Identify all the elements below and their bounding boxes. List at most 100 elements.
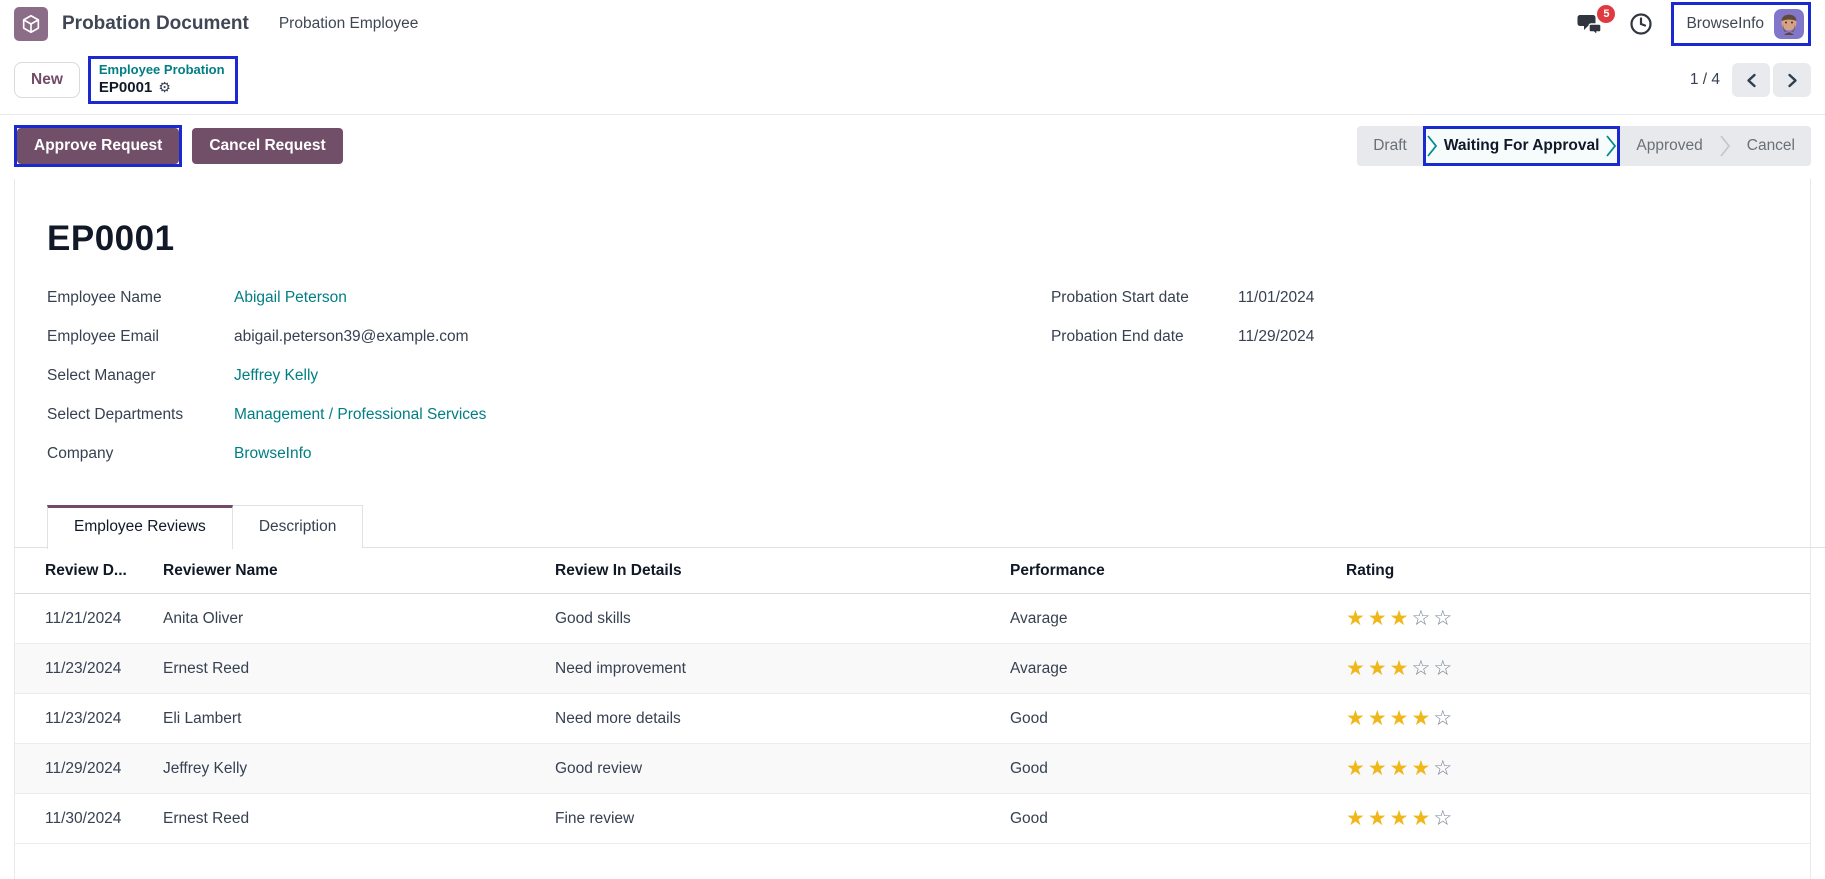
field-value: 11/01/2024	[1238, 289, 1314, 307]
tab-description[interactable]: Description	[233, 505, 364, 548]
star-empty-icon[interactable]: ☆	[1433, 808, 1455, 829]
star-filled-icon[interactable]: ★	[1346, 608, 1368, 629]
menu-probation-employee[interactable]: Probation Employee	[279, 15, 419, 33]
star-filled-icon[interactable]: ★	[1368, 658, 1390, 679]
messages-badge: 5	[1597, 5, 1615, 23]
cell-reviewer-name: Jeffrey Kelly	[163, 760, 555, 778]
cancel-request-button[interactable]: Cancel Request	[192, 128, 342, 164]
status-waiting-for-approval-active[interactable]: Waiting For Approval	[1423, 126, 1621, 166]
star-filled-icon[interactable]: ★	[1346, 708, 1368, 729]
field-value[interactable]: Management / Professional Services	[234, 406, 486, 424]
pager-previous-button[interactable]	[1732, 63, 1770, 97]
activity-clock-icon[interactable]	[1629, 12, 1653, 36]
tab-employee-reviews[interactable]: Employee Reviews	[47, 505, 233, 549]
breadcrumb-record: EP0001	[99, 78, 152, 97]
star-filled-icon[interactable]: ★	[1346, 758, 1368, 779]
pager: 1 / 4	[1690, 63, 1811, 97]
star-filled-icon[interactable]: ★	[1390, 608, 1412, 629]
status-draft[interactable]: Draft	[1357, 126, 1423, 166]
star-filled-icon[interactable]: ★	[1411, 808, 1433, 829]
pager-counter: 1 / 4	[1690, 71, 1720, 89]
pager-next-button[interactable]	[1773, 63, 1811, 97]
action-row: Approve Request Cancel Request DraftWait…	[0, 115, 1825, 179]
star-filled-icon[interactable]: ★	[1411, 758, 1433, 779]
cell-review-details: Need more details	[555, 710, 1010, 728]
cell-performance: Good	[1010, 710, 1346, 728]
star-filled-icon[interactable]: ★	[1390, 808, 1412, 829]
star-empty-icon[interactable]: ☆	[1433, 608, 1455, 629]
reviews-table: Review D...Reviewer NameReview In Detail…	[15, 548, 1810, 844]
form-sheet: EP0001 Employee Name Abigail Peterson Em…	[14, 179, 1811, 879]
status-approved[interactable]: Approved	[1620, 126, 1718, 166]
star-filled-icon[interactable]: ★	[1346, 808, 1368, 829]
star-filled-icon[interactable]: ★	[1368, 808, 1390, 829]
cell-reviewer-name: Eli Lambert	[163, 710, 555, 728]
star-filled-icon[interactable]: ★	[1346, 658, 1368, 679]
statusbar: DraftWaiting For ApprovalApproved Cancel	[1357, 126, 1811, 166]
star-empty-icon[interactable]: ☆	[1411, 608, 1433, 629]
table-header-row: Review D...Reviewer NameReview In Detail…	[15, 548, 1810, 594]
star-filled-icon[interactable]: ★	[1368, 758, 1390, 779]
table-row[interactable]: 11/30/2024 Ernest Reed Fine review Good …	[15, 794, 1810, 844]
app-cube-icon[interactable]	[14, 7, 48, 41]
column-header[interactable]: Review D...	[45, 562, 163, 580]
star-empty-icon[interactable]: ☆	[1411, 658, 1433, 679]
statusbar-chevron-icon	[1605, 129, 1617, 163]
column-header[interactable]: Performance	[1010, 562, 1346, 580]
new-button[interactable]: New	[14, 62, 80, 98]
star-filled-icon[interactable]: ★	[1368, 708, 1390, 729]
approve-request-button[interactable]: Approve Request	[17, 128, 179, 164]
user-menu[interactable]: BrowseInfo	[1671, 2, 1811, 46]
cell-review-details: Good skills	[555, 610, 1010, 628]
app-title[interactable]: Probation Document	[62, 13, 249, 35]
table-row[interactable]: 11/23/2024 Eli Lambert Need more details…	[15, 694, 1810, 744]
star-filled-icon[interactable]: ★	[1368, 608, 1390, 629]
star-empty-icon[interactable]: ☆	[1433, 708, 1455, 729]
breadcrumb: Employee Probation EP0001 ⚙	[88, 56, 238, 104]
cell-reviewer-name: Ernest Reed	[163, 660, 555, 678]
field-label: Employee Name	[47, 289, 234, 307]
record-title: EP0001	[47, 219, 1778, 259]
gear-icon[interactable]: ⚙	[158, 78, 171, 97]
field-value[interactable]: BrowseInfo	[234, 445, 312, 463]
field-value[interactable]: Abigail Peterson	[234, 289, 347, 307]
star-filled-icon[interactable]: ★	[1390, 708, 1412, 729]
cell-review-date: 11/30/2024	[45, 810, 163, 828]
field-row: Probation Start date 11/01/2024	[1051, 289, 1778, 307]
cell-rating: ★★★☆☆	[1346, 608, 1810, 629]
column-header[interactable]: Review In Details	[555, 562, 1010, 580]
approve-request-annotation: Approve Request	[14, 125, 182, 167]
field-row: Select Manager Jeffrey Kelly	[47, 367, 1051, 385]
cell-review-details: Good review	[555, 760, 1010, 778]
field-label: Company	[47, 445, 234, 463]
cell-reviewer-name: Ernest Reed	[163, 810, 555, 828]
star-filled-icon[interactable]: ★	[1390, 658, 1412, 679]
right-field-column: Probation Start date 11/01/2024 Probatio…	[1051, 289, 1778, 463]
table-body: 11/21/2024 Anita Oliver Good skills Avar…	[15, 594, 1810, 844]
star-filled-icon[interactable]: ★	[1390, 758, 1412, 779]
column-header[interactable]: Reviewer Name	[163, 562, 555, 580]
status-cancel[interactable]: Cancel	[1731, 126, 1811, 166]
star-filled-icon[interactable]: ★	[1411, 708, 1433, 729]
left-field-column: Employee Name Abigail Peterson Employee …	[47, 289, 1051, 463]
column-header[interactable]: Rating	[1346, 562, 1810, 580]
field-label: Select Manager	[47, 367, 234, 385]
field-row: Employee Name Abigail Peterson	[47, 289, 1051, 307]
cell-review-details: Need improvement	[555, 660, 1010, 678]
cell-rating: ★★★☆☆	[1346, 658, 1810, 679]
table-row[interactable]: 11/23/2024 Ernest Reed Need improvement …	[15, 644, 1810, 694]
cell-review-details: Fine review	[555, 810, 1010, 828]
top-navbar: Probation Document Probation Employee 5 …	[0, 0, 1825, 48]
cell-performance: Good	[1010, 810, 1346, 828]
messages-icon[interactable]: 5	[1577, 13, 1603, 35]
breadcrumb-model-link[interactable]: Employee Probation	[99, 61, 225, 78]
star-empty-icon[interactable]: ☆	[1433, 758, 1455, 779]
field-row: Probation End date 11/29/2024	[1051, 328, 1778, 346]
table-row[interactable]: 11/21/2024 Anita Oliver Good skills Avar…	[15, 594, 1810, 644]
field-value[interactable]: Jeffrey Kelly	[234, 367, 318, 385]
field-row: Employee Email abigail.peterson39@exampl…	[47, 328, 1051, 346]
star-empty-icon[interactable]: ☆	[1433, 658, 1455, 679]
cell-review-date: 11/21/2024	[45, 610, 163, 628]
table-row[interactable]: 11/29/2024 Jeffrey Kelly Good review Goo…	[15, 744, 1810, 794]
field-label: Select Departments	[47, 406, 234, 424]
